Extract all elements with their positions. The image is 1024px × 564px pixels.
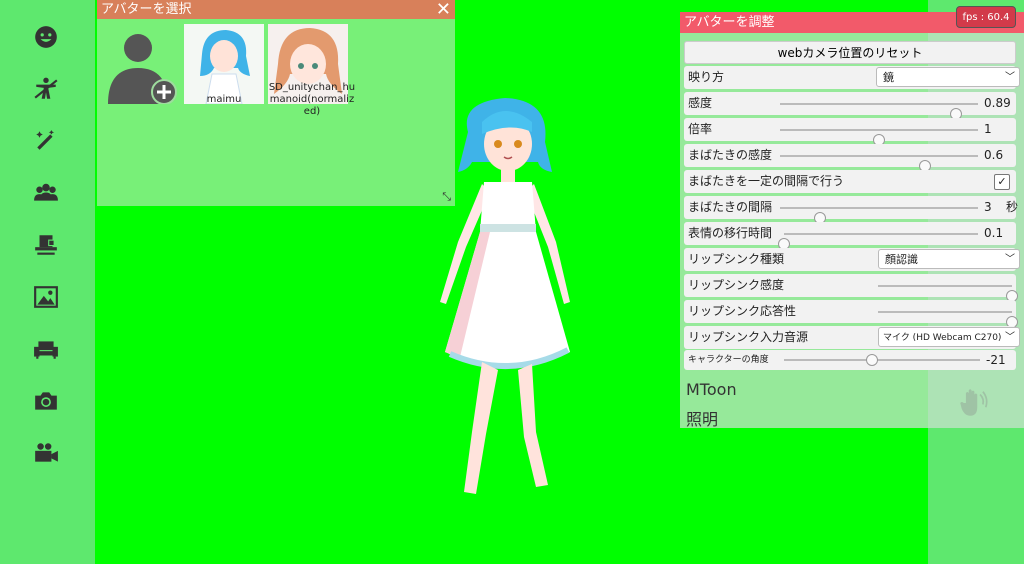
scale-value: 1	[984, 122, 992, 136]
people-icon[interactable]	[30, 177, 62, 209]
avatar-label-unitychan: SD_unitychan_humanoid(normalized)	[268, 82, 356, 117]
add-avatar-button[interactable]	[102, 24, 182, 105]
fps-counter: fps : 60.4	[956, 6, 1016, 28]
row-lipsync-source: リップシンク入力音源 マイク (HD Webcam C270) ﹀	[684, 326, 1020, 349]
lipsync-response-label: リップシンク応答性	[688, 304, 797, 318]
sofa-icon[interactable]	[30, 333, 62, 365]
section-mtoon[interactable]: MToon	[686, 380, 737, 399]
camera-icon[interactable]	[30, 385, 62, 417]
character-angle-slider-knob[interactable]	[866, 354, 879, 366]
row-sensitivity: 感度 0.89	[684, 92, 1016, 120]
expression-time-label: 表情の移行時間	[688, 226, 773, 240]
reset-webcam-button[interactable]: webカメラ位置のリセット	[684, 41, 1016, 64]
row-mirror: 映り方 鏡 ﹀	[684, 66, 1020, 89]
avatar-adjust-title: アバターを調整	[684, 15, 775, 30]
mirror-label: 映り方	[688, 70, 725, 84]
blink-sensitivity-label: まばたきの感度	[688, 148, 773, 162]
video-camera-icon[interactable]	[30, 437, 62, 469]
mirror-select-value: 鏡	[883, 71, 894, 84]
avatar-thumb-maimu[interactable]	[184, 24, 264, 105]
row-lipsync-sensitivity: リップシンク感度	[684, 274, 1018, 302]
blink-interval-slider[interactable]	[780, 207, 978, 224]
row-scale: 倍率 1	[684, 118, 1016, 146]
scale-slider[interactable]	[780, 129, 978, 146]
chevron-down-icon: ﹀	[1005, 332, 1015, 343]
row-expression-time: 表情の移行時間 0.1	[684, 222, 1016, 250]
mirror-select[interactable]: 鏡 ﹀	[876, 67, 1020, 87]
lipsync-type-select-value: 顔認識	[885, 253, 918, 266]
row-character-angle: キャラクターの角度 -21	[684, 350, 1016, 370]
blink-interval-label: まばたきの間隔	[688, 200, 773, 214]
section-lighting[interactable]: 照明	[686, 406, 718, 430]
character-angle-value: -21	[986, 353, 1006, 367]
lipsync-response-slider[interactable]	[878, 311, 1018, 328]
magic-wand-icon[interactable]	[30, 125, 62, 157]
character-angle-label: キャラクターの角度	[688, 355, 769, 365]
lipsync-sensitivity-slider[interactable]	[878, 285, 1018, 302]
blink-constant-checkbox[interactable]: ✓	[994, 174, 1010, 190]
left-sidebar	[0, 0, 95, 564]
row-blink-sensitivity: まばたきの感度 0.6	[684, 144, 1016, 172]
blink-interval-unit: 秒	[1006, 200, 1019, 214]
lipsync-type-label: リップシンク種類	[688, 252, 785, 266]
blink-constant-label: まばたきを一定の間隔で行う	[688, 174, 845, 188]
blink-sensitivity-slider[interactable]	[780, 155, 978, 172]
close-icon[interactable]: ✕	[436, 0, 451, 19]
lipsync-source-select-value: マイク (HD Webcam C270)	[883, 333, 1002, 343]
blink-interval-value: 3	[984, 200, 992, 214]
row-blink-interval: まばたきの間隔 3 秒	[684, 196, 1019, 224]
face-icon[interactable]	[30, 21, 62, 53]
lipsync-type-select[interactable]: 顔認識 ﹀	[878, 249, 1020, 269]
avatar-select-title: アバターを選択	[101, 2, 192, 17]
row-blink-constant: まばたきを一定の間隔で行う ✓	[684, 170, 1016, 193]
row-lipsync-type: リップシンク種類 顔認識 ﹀	[684, 248, 1020, 271]
expression-time-slider[interactable]	[778, 233, 978, 250]
chevron-down-icon: ﹀	[1005, 72, 1015, 83]
chevron-down-icon: ﹀	[1005, 254, 1015, 265]
hat-icon[interactable]	[30, 229, 62, 261]
sensitivity-slider[interactable]	[780, 103, 978, 120]
avatar-select-titlebar[interactable]: アバターを選択 ✕	[97, 0, 455, 19]
blink-sensitivity-value: 0.6	[984, 148, 1004, 162]
pose-icon[interactable]	[30, 73, 62, 105]
hand-wave-icon[interactable]	[956, 386, 990, 420]
expression-time-value: 0.1	[984, 226, 1004, 240]
lipsync-source-select[interactable]: マイク (HD Webcam C270) ﹀	[878, 327, 1020, 347]
maimu-thumbnail-image	[184, 24, 264, 105]
sensitivity-label: 感度	[688, 96, 713, 110]
character-angle-slider[interactable]	[784, 354, 980, 366]
scale-label: 倍率	[688, 122, 713, 136]
lipsync-source-label: リップシンク入力音源	[688, 330, 809, 344]
resize-handle-icon[interactable]: ⤡	[442, 190, 451, 204]
lipsync-sensitivity-label: リップシンク感度	[688, 278, 785, 292]
row-lipsync-response: リップシンク応答性	[684, 300, 1018, 328]
sensitivity-value: 0.89	[984, 96, 1011, 110]
avatar-label-maimu: maimu	[206, 94, 242, 105]
avatar-adjust-panel: アバターを調整 webカメラ位置のリセット 映り方 鏡 ﹀ 感度 0.89 倍率…	[680, 12, 1024, 430]
avatar-select-panel: アバターを選択 ✕ maimu SD_unitychan_humanoid(no…	[97, 0, 455, 206]
image-icon[interactable]	[30, 281, 62, 313]
